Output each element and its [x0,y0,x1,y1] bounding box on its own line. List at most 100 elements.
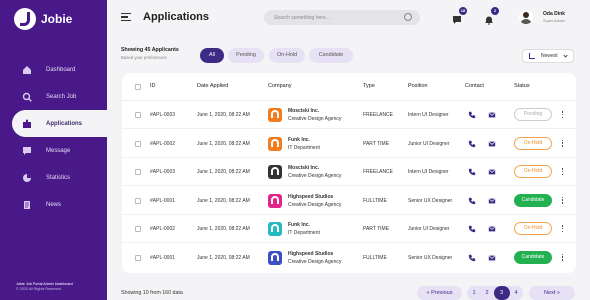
page-button-2[interactable]: 2 [481,286,494,300]
top-bar: Applications Search something here... 18… [107,0,590,36]
search-icon[interactable] [404,13,412,21]
more-options-icon[interactable] [561,224,564,234]
company-name[interactable]: Funk Inc. [288,137,310,143]
company-logo-icon [268,108,282,122]
filter-chip-candidate[interactable]: Candidate [309,48,353,63]
mail-icon[interactable] [488,168,496,176]
status-badge[interactable]: On-Hold [514,165,552,178]
company-logo-icon [268,250,282,265]
date-applied: June 1, 2020, 08:22 AM [197,112,250,118]
sidebar-item-dashboard[interactable]: Dashboard [0,56,107,83]
mail-icon[interactable] [488,254,496,262]
chat-icon [23,146,31,155]
company-name[interactable]: Highspeed Studios [288,194,333,200]
row-checkbox[interactable] [135,112,141,118]
status-badge[interactable]: On-Hold [514,136,552,150]
mail-icon[interactable] [488,197,496,205]
user-name[interactable]: Oda Dink [543,11,565,17]
page-button-3[interactable]: 3 [493,286,510,300]
application-id: #APL-0002 [150,226,176,232]
previous-page-button[interactable]: « Previous [417,286,462,300]
row-checkbox[interactable] [135,197,141,204]
app-logo[interactable]: Jobie [14,8,72,30]
sidebar-item-applications[interactable]: Applications [12,110,107,137]
company-department: Creative Design Agency [288,258,342,265]
page-button-1[interactable]: 1 [468,286,481,300]
phone-icon[interactable] [468,254,476,262]
menu-icon[interactable] [121,13,131,23]
filter-chip-on-hold[interactable]: On-Hold [269,48,305,63]
search-input[interactable]: Search something here... [264,10,420,25]
bell-icon [485,16,493,25]
chevron-down-icon [563,53,568,58]
phone-icon[interactable] [468,111,476,119]
table-row[interactable]: #APL-0002 June 1, 2020, 08:22 AM Funk Inc.… [122,130,576,158]
row-checkbox[interactable] [135,140,141,147]
row-checkbox[interactable] [135,169,141,175]
job-position: Senior UX Designer [408,254,453,261]
application-id: #APL-0003 [150,169,176,175]
company-name[interactable]: Mosciski Inc. [288,108,319,114]
company-department: Creative Design Agency [288,201,342,208]
sidebar-item-label: Search Job [46,93,77,100]
table-row[interactable]: #APL-0003 June 1, 2020, 08:22 AM Mosciski … [122,158,576,186]
messages-button[interactable]: 18 [452,7,467,24]
more-options-icon[interactable] [561,110,564,120]
column-header-type: Type [363,83,375,89]
column-header-date: Date Applied [197,83,229,89]
sidebar-item-search-job[interactable]: Search Job [0,83,107,110]
phone-icon[interactable] [468,168,476,176]
chart-icon [23,173,31,182]
application-id: #APL-0001 [150,254,176,261]
table-row[interactable]: #APL-0003 June 1, 2020, 08:22 AM Mosciski … [122,101,576,129]
phone-icon[interactable] [468,225,476,233]
application-id: #APL-0003 [150,112,176,118]
status-badge[interactable]: Candidate [514,193,552,207]
column-header-contact: Contact [465,83,484,89]
sidebar-item-statistics[interactable]: Statistics [0,164,107,191]
more-options-icon[interactable] [561,139,564,149]
sort-dropdown[interactable]: Newest [522,49,574,63]
phone-icon[interactable] [468,197,476,205]
filter-chip-all[interactable]: All [200,48,224,63]
company-department: IT Department [288,144,320,151]
search-icon [22,92,32,102]
table-row[interactable]: #APL-0001 June 1, 2020, 08:22 AM Highspeed… [122,187,576,215]
status-badge[interactable]: Candidate [514,250,552,264]
mail-icon[interactable] [488,225,496,233]
mail-icon[interactable] [488,111,496,119]
filter-chip-pending[interactable]: Pending [228,48,264,63]
more-options-icon[interactable] [561,196,564,206]
footer-title: Jobie Job Portal Admin Dashboard [16,282,73,286]
home-icon [23,65,31,74]
sidebar-item-news[interactable]: News [0,191,107,218]
row-checkbox[interactable] [135,254,141,261]
more-options-icon[interactable] [561,167,564,177]
job-type: FULLTIME [363,197,387,204]
company-logo-icon [268,136,282,151]
mail-icon[interactable] [488,140,496,148]
next-page-button[interactable]: Next » [529,286,575,300]
company-name[interactable]: Funk Inc. [288,222,310,228]
avatar[interactable] [519,10,533,24]
company-name[interactable]: Mosciski Inc. [288,165,319,171]
footer-copyright: © 2020 All Rights Reserved [16,287,62,291]
row-checkbox[interactable] [135,226,141,232]
phone-icon[interactable] [468,140,476,148]
date-applied: June 1, 2020, 08:22 AM [197,226,250,232]
status-badge[interactable]: On-Hold [514,222,552,235]
logo-icon [14,8,36,30]
job-position: Intern UI Designer [408,169,449,175]
more-options-icon[interactable] [561,253,564,263]
page-button-4[interactable]: 4 [510,286,523,300]
table-row[interactable]: #APL-0002 June 1, 2020, 08:22 AM Funk Inc.… [122,215,576,243]
page-title: Applications [143,11,210,23]
company-logo-icon [268,193,282,208]
table-row[interactable]: #APL-0001 June 1, 2020, 08:22 AM Highspeed… [122,244,576,272]
company-name[interactable]: Highspeed Studios [288,251,333,257]
sidebar-item-label: Dashboard [46,66,76,73]
notifications-button[interactable]: 2 [484,7,499,25]
sidebar-item-message[interactable]: Message [0,137,107,164]
select-all-checkbox[interactable] [135,84,141,90]
status-badge[interactable]: Pending [514,108,552,121]
